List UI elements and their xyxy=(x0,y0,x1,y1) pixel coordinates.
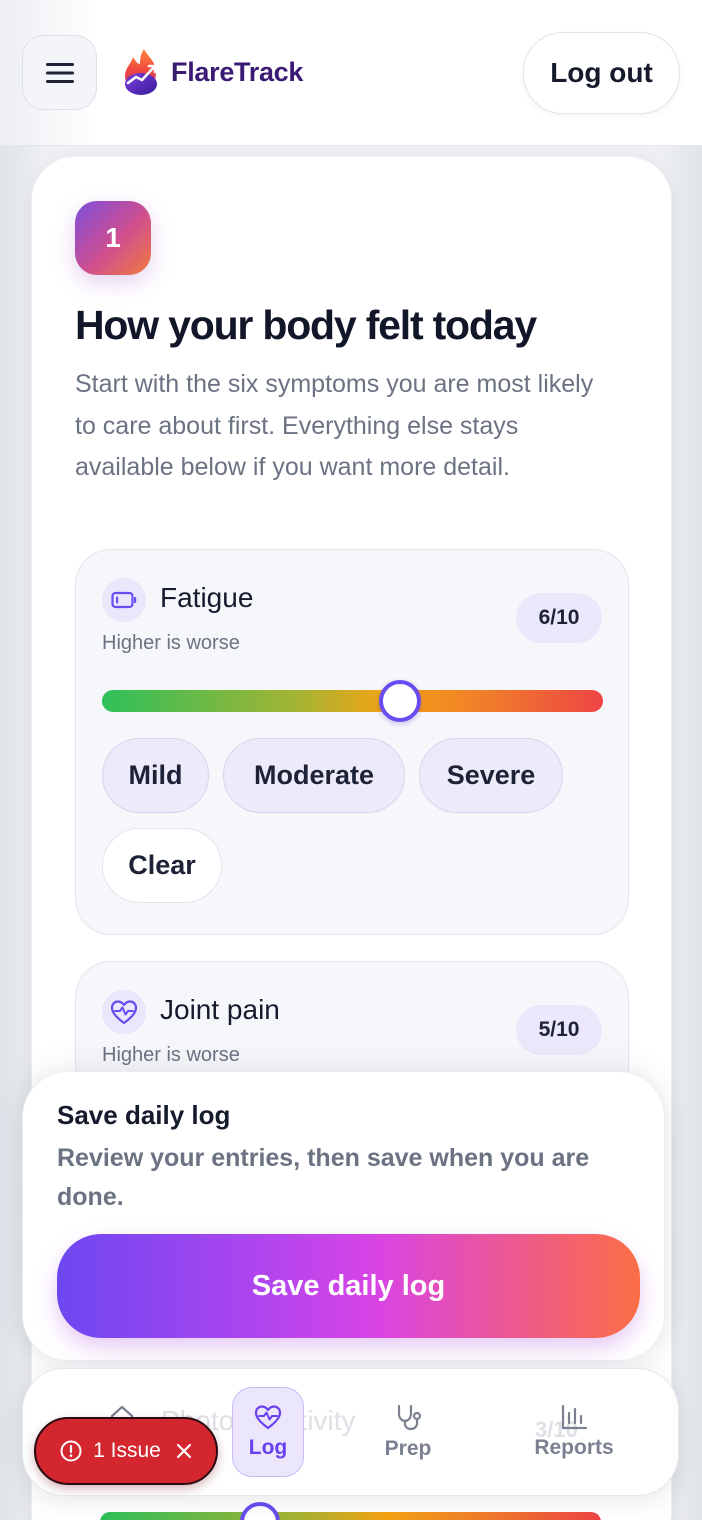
battery-icon xyxy=(102,578,146,622)
symptom-hint: Higher is worse xyxy=(102,632,240,654)
symptom-name: Joint pain xyxy=(160,994,280,1025)
symptom-card-fatigue: Fatigue Higher is worse 6/10 Mild Modera… xyxy=(75,549,629,935)
issue-indicator[interactable]: 1 Issue xyxy=(34,1417,218,1485)
bar-chart-icon xyxy=(561,1404,588,1430)
stethoscope-icon xyxy=(397,1404,422,1431)
nav-item-log[interactable]: Log xyxy=(232,1387,304,1477)
nav-label: Prep xyxy=(384,1437,432,1460)
nav-item-reports[interactable]: Reports xyxy=(519,1387,629,1477)
nav-label: Reports xyxy=(534,1436,614,1459)
brand[interactable]: FlareTrack xyxy=(120,47,303,97)
app-header: FlareTrack Log out xyxy=(0,0,702,146)
symptom-score-badge: 5/10 xyxy=(516,1005,602,1055)
symptom-name: Fatigue xyxy=(160,582,254,613)
save-daily-log-button[interactable]: Save daily log xyxy=(57,1234,640,1338)
section-title: How your body felt today xyxy=(75,302,537,348)
flame-logo-icon xyxy=(125,49,157,95)
slider-thumb[interactable] xyxy=(378,680,421,722)
save-log-panel: Save daily log Review your entries, then… xyxy=(22,1071,665,1361)
save-panel-title: Save daily log xyxy=(57,1100,231,1130)
chip-mild[interactable]: Mild xyxy=(102,738,209,813)
alert-circle-icon xyxy=(59,1439,83,1463)
section-description: Start with the six symptoms you are most… xyxy=(75,370,594,481)
nav-label: Log xyxy=(248,1436,288,1459)
close-icon[interactable] xyxy=(175,1442,193,1460)
save-panel-description: Review your entries, then save when you … xyxy=(57,1144,590,1211)
step-number-badge: 1 xyxy=(75,201,151,275)
heart-pulse-icon xyxy=(102,990,146,1034)
heart-pulse-icon xyxy=(254,1405,282,1430)
chip-clear[interactable]: Clear xyxy=(102,828,222,903)
brand-name: FlareTrack xyxy=(171,56,304,87)
chip-moderate[interactable]: Moderate xyxy=(223,738,405,813)
logout-button[interactable]: Log out xyxy=(523,32,680,114)
severity-slider[interactable] xyxy=(102,680,603,722)
hamburger-menu-icon xyxy=(45,62,74,83)
nav-item-prep[interactable]: Prep xyxy=(368,1387,448,1477)
symptom-hint: Higher is worse xyxy=(102,1044,240,1066)
next-symptom-slider[interactable] xyxy=(100,1512,601,1520)
issue-label: 1 Issue xyxy=(93,1439,161,1462)
menu-button[interactable] xyxy=(22,35,97,110)
chip-severe[interactable]: Severe xyxy=(419,738,563,813)
symptom-score-badge: 6/10 xyxy=(516,593,602,643)
